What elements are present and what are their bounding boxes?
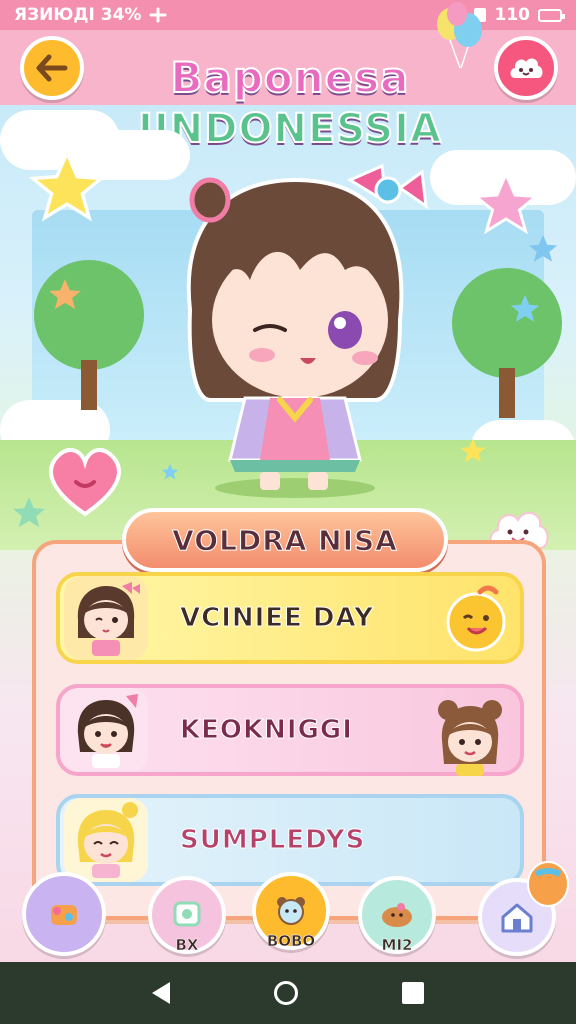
nav-label: BOBO xyxy=(266,932,316,951)
list-item-row-1[interactable]: VCINIEE DAY xyxy=(56,572,524,664)
star-decor-icon xyxy=(472,170,540,235)
status-left-text: ЯЗИЮДІ 34% xyxy=(14,5,142,25)
girl-avatar-icon xyxy=(77,694,138,768)
avatar xyxy=(64,798,148,882)
cloud-face-icon xyxy=(510,58,543,78)
bear-icon xyxy=(277,897,305,925)
title-line-1: Baponesa xyxy=(170,52,410,103)
battery-icon xyxy=(538,8,565,22)
star-decor-icon xyxy=(49,279,81,310)
star-decor-icon xyxy=(28,148,106,222)
girl-avatar-icon xyxy=(77,582,140,656)
tree-decor xyxy=(452,268,562,418)
system-navigation-bar xyxy=(0,962,576,1024)
bear-girl-avatar-icon xyxy=(438,700,502,776)
paint-icon xyxy=(51,905,77,925)
star-decor-icon xyxy=(528,234,558,262)
nav-label: MI2 xyxy=(381,936,413,955)
profile-mascot-button[interactable] xyxy=(494,36,558,100)
back-button[interactable] xyxy=(20,36,84,100)
signal-icon xyxy=(149,7,167,23)
balloon-decor-icon xyxy=(527,861,569,907)
system-back-icon[interactable] xyxy=(152,982,170,1004)
heart-decor-icon xyxy=(49,448,121,517)
row-label: KEOKNIGGI xyxy=(180,715,353,746)
star-decor-icon xyxy=(510,294,540,322)
row-label: VCINIEE DAY xyxy=(180,603,374,634)
nav-label: BX xyxy=(175,936,199,955)
food-icon xyxy=(173,901,201,927)
smiley-sun-icon xyxy=(446,585,506,652)
row-label: SUMPLEDYS xyxy=(179,825,366,856)
blonde-girl-avatar-icon xyxy=(77,802,138,878)
system-home-icon[interactable] xyxy=(274,981,298,1005)
avatar xyxy=(64,576,148,660)
list-item-row-2[interactable]: KEOKNIGGI xyxy=(56,684,524,776)
snack-icon xyxy=(382,903,412,927)
status-left: ЯЗИЮДІ 34% xyxy=(14,5,167,25)
panel-title-banner: VOLDRA NISA xyxy=(122,508,448,572)
nav-bobo-button[interactable]: BOBO xyxy=(252,872,330,950)
nav-paint-button[interactable] xyxy=(22,872,106,956)
nav-bx-button[interactable]: BX xyxy=(148,876,226,954)
arrow-left-icon xyxy=(36,54,68,82)
star-decor-icon xyxy=(460,438,486,463)
chibi-character xyxy=(186,163,428,498)
system-recents-icon[interactable] xyxy=(402,982,424,1004)
panel-title: VOLDRA NISA xyxy=(172,523,398,557)
avatar xyxy=(64,688,148,772)
nav-mi2-button[interactable]: MI2 xyxy=(358,876,436,954)
